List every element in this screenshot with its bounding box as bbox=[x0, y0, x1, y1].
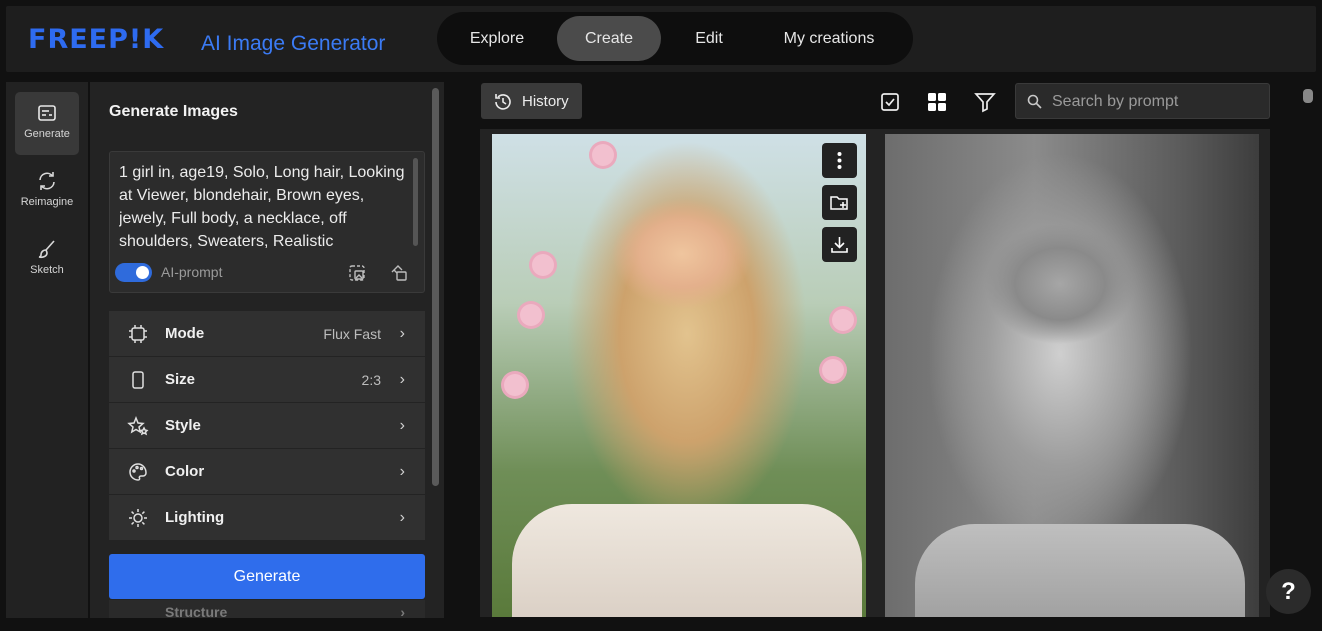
setting-structure-label: Structure bbox=[165, 604, 228, 618]
blossom-shape bbox=[532, 254, 554, 276]
download-button[interactable] bbox=[822, 227, 857, 262]
image-sweater-shape bbox=[512, 504, 862, 617]
chip-icon bbox=[129, 325, 147, 343]
prompt-scrollbar[interactable] bbox=[413, 158, 418, 246]
image-gallery bbox=[480, 129, 1270, 617]
nav-create[interactable]: Create bbox=[557, 16, 661, 61]
grid-view-icon[interactable] bbox=[925, 90, 949, 114]
setting-size[interactable]: Size 2:3 › bbox=[109, 357, 425, 403]
rail-reimagine-label: Reimagine bbox=[20, 196, 74, 208]
setting-size-value: 2:3 bbox=[361, 372, 381, 388]
main-nav: Explore Create Edit My creations bbox=[437, 12, 913, 65]
style-transfer-icon[interactable] bbox=[389, 263, 409, 283]
setting-size-label: Size bbox=[165, 371, 196, 388]
chevron-right-icon: › bbox=[399, 417, 405, 434]
brush-icon bbox=[38, 240, 55, 259]
search-box bbox=[1015, 83, 1270, 119]
tool-rail: Generate Reimagine Sketch bbox=[6, 82, 88, 618]
nav-edit[interactable]: Edit bbox=[671, 12, 747, 65]
history-button[interactable]: History bbox=[481, 83, 582, 119]
history-label: History bbox=[522, 93, 569, 110]
panel-scrollbar[interactable] bbox=[432, 88, 439, 486]
setting-mode-value: Flux Fast bbox=[323, 326, 381, 342]
setting-mode-label: Mode bbox=[165, 325, 205, 342]
setting-lighting[interactable]: Lighting › bbox=[109, 495, 425, 541]
setting-color[interactable]: Color › bbox=[109, 449, 425, 495]
chevron-right-icon: › bbox=[399, 371, 405, 388]
phone-size-icon bbox=[132, 371, 144, 389]
setting-lighting-label: Lighting bbox=[165, 509, 225, 526]
blossom-shape bbox=[822, 359, 844, 381]
more-vertical-icon bbox=[837, 152, 842, 169]
rail-sketch[interactable]: Sketch bbox=[15, 228, 79, 291]
app-root: FREEP!K AI Image Generator Explore Creat… bbox=[0, 0, 1322, 631]
chevron-right-icon: › bbox=[399, 325, 405, 342]
settings-list: Mode Flux Fast › Size 2:3 › Style › Colo… bbox=[109, 311, 425, 541]
panel-title: Generate Images bbox=[109, 103, 238, 120]
folder-add-icon bbox=[830, 196, 848, 210]
rail-generate[interactable]: Generate bbox=[15, 92, 79, 155]
nav-my-creations[interactable]: My creations bbox=[762, 12, 896, 65]
generate-button[interactable]: Generate bbox=[109, 554, 425, 599]
generated-image-1[interactable] bbox=[492, 134, 866, 617]
generated-image-2[interactable] bbox=[885, 134, 1259, 617]
history-icon bbox=[495, 94, 511, 110]
rail-sketch-label: Sketch bbox=[30, 264, 64, 276]
more-options-button[interactable] bbox=[822, 143, 857, 178]
results-area: History bbox=[445, 72, 1322, 631]
search-input[interactable] bbox=[1052, 91, 1262, 113]
blossom-shape bbox=[520, 304, 542, 326]
reimagine-icon bbox=[39, 172, 55, 190]
prompt-box: 1 girl in, age19, Solo, Long hair, Looki… bbox=[109, 151, 425, 293]
ai-prompt-toggle[interactable] bbox=[115, 263, 152, 282]
help-button[interactable]: ? bbox=[1266, 569, 1311, 614]
toggle-knob bbox=[136, 266, 149, 279]
rail-generate-label: Generate bbox=[24, 128, 70, 140]
download-icon bbox=[831, 237, 848, 253]
search-icon bbox=[1027, 94, 1042, 109]
setting-color-label: Color bbox=[165, 463, 205, 480]
filter-icon[interactable] bbox=[973, 90, 997, 114]
nav-explore[interactable]: Explore bbox=[437, 12, 557, 65]
main-scrollbar[interactable] bbox=[1303, 89, 1313, 103]
freepik-logo[interactable]: FREEP!K bbox=[28, 26, 164, 54]
image-sweater-shape bbox=[915, 524, 1245, 617]
select-checkbox-icon[interactable] bbox=[878, 90, 902, 114]
save-to-folder-button[interactable] bbox=[822, 185, 857, 220]
ai-prompt-label: AI-prompt bbox=[161, 264, 223, 280]
sparkle-star-icon bbox=[127, 415, 149, 436]
top-header: FREEP!K AI Image Generator Explore Creat… bbox=[6, 6, 1316, 72]
palette-icon bbox=[129, 463, 147, 481]
setting-mode[interactable]: Mode Flux Fast › bbox=[109, 311, 425, 357]
chevron-right-icon: › bbox=[400, 604, 405, 618]
image-reference-icon[interactable] bbox=[347, 263, 367, 283]
blossom-shape bbox=[592, 144, 614, 166]
rail-reimagine[interactable]: Reimagine bbox=[15, 160, 79, 223]
app-subtitle: AI Image Generator bbox=[201, 32, 386, 55]
setting-style-label: Style bbox=[165, 417, 201, 434]
generate-panel: Generate Images 1 girl in, age19, Solo, … bbox=[90, 82, 444, 618]
setting-structure[interactable]: Structure › bbox=[109, 600, 425, 618]
chevron-right-icon: › bbox=[399, 509, 405, 526]
generate-icon bbox=[38, 105, 56, 121]
sun-icon bbox=[129, 509, 147, 527]
blossom-shape bbox=[832, 309, 854, 331]
chevron-right-icon: › bbox=[399, 463, 405, 480]
prompt-textarea[interactable]: 1 girl in, age19, Solo, Long hair, Looki… bbox=[119, 161, 415, 253]
blossom-shape bbox=[504, 374, 526, 396]
setting-style[interactable]: Style › bbox=[109, 403, 425, 449]
